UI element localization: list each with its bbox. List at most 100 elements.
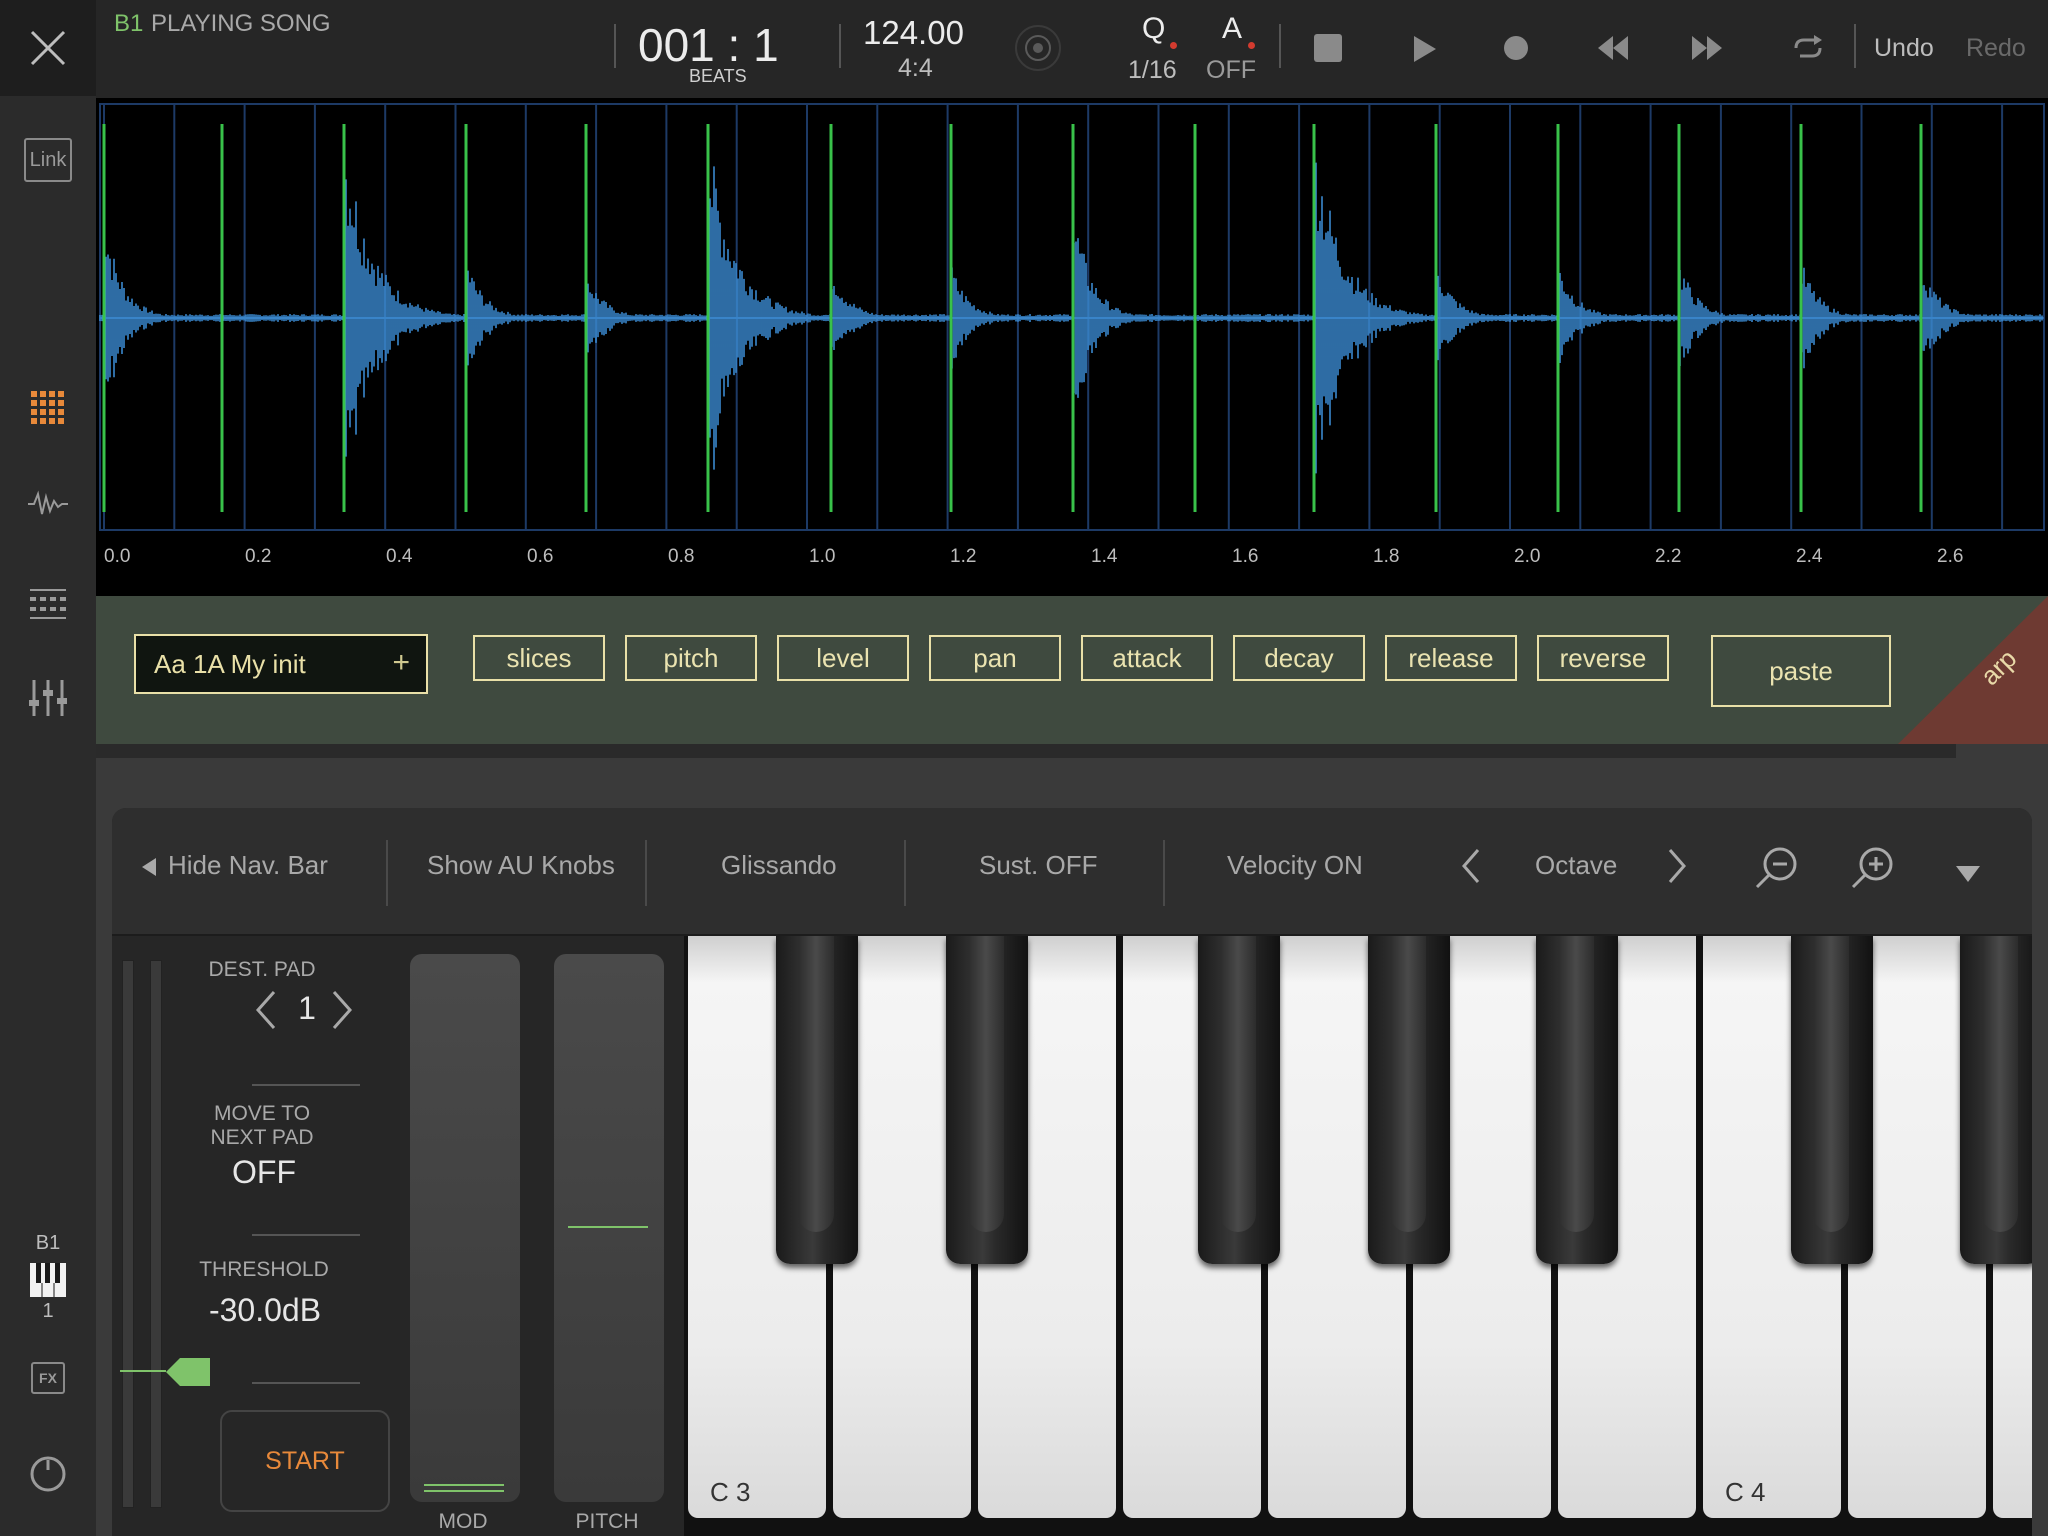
glissando-button[interactable]: Glissando bbox=[721, 850, 837, 881]
fx-button[interactable]: FX bbox=[0, 1360, 96, 1396]
octave-up-button[interactable] bbox=[1666, 848, 1688, 891]
threshold-line bbox=[120, 1370, 166, 1372]
fast-forward-button[interactable] bbox=[1690, 34, 1724, 67]
waveform-display[interactable] bbox=[96, 98, 2048, 596]
link-label: Link bbox=[24, 138, 72, 182]
zoom-in-button[interactable] bbox=[1850, 846, 1894, 897]
release-button[interactable]: release bbox=[1385, 635, 1517, 681]
octave-down-button[interactable] bbox=[1460, 848, 1482, 891]
slice-scrollbar[interactable] bbox=[96, 744, 1956, 758]
metronome-button[interactable] bbox=[1014, 24, 1062, 77]
automation-value: OFF bbox=[1206, 56, 1256, 84]
redo-button[interactable]: Redo bbox=[1966, 34, 2026, 63]
zoom-out-button[interactable] bbox=[1754, 846, 1798, 897]
add-preset-button[interactable]: + bbox=[392, 646, 410, 680]
piano-black-key[interactable] bbox=[1960, 936, 2032, 1264]
threshold-value[interactable]: -30.0dB bbox=[178, 1292, 352, 1329]
time-axis-tick: 1.6 bbox=[1232, 546, 1259, 567]
divider bbox=[1279, 24, 1281, 68]
level-meter-left bbox=[122, 960, 134, 1508]
move-next-value[interactable]: OFF bbox=[192, 1154, 336, 1191]
divider bbox=[645, 840, 647, 906]
hide-nav-label: Hide Nav. Bar bbox=[168, 850, 328, 880]
menu-dropdown-button[interactable] bbox=[1954, 860, 1982, 891]
dest-pad-prev-button[interactable] bbox=[254, 990, 278, 1035]
tempo-display[interactable]: 124.00 bbox=[863, 14, 964, 52]
undo-button[interactable]: Undo bbox=[1874, 34, 1934, 63]
rewind-button[interactable] bbox=[1596, 34, 1630, 67]
play-button[interactable] bbox=[1410, 34, 1438, 69]
automation-active-dot bbox=[1248, 42, 1255, 49]
quantize-button[interactable]: Q 1/16 bbox=[1116, 8, 1206, 88]
time-signature[interactable]: 4:4 bbox=[898, 54, 933, 83]
loop-button[interactable] bbox=[1790, 34, 1826, 67]
record-button[interactable] bbox=[1502, 34, 1530, 67]
grid-icon bbox=[31, 391, 64, 424]
pitch-wheel[interactable] bbox=[554, 954, 664, 1502]
track-number: 1 bbox=[42, 1300, 54, 1322]
octave-label: Octave bbox=[1535, 850, 1618, 880]
divider bbox=[614, 24, 616, 68]
status-text: PLAYING SONG bbox=[151, 10, 331, 37]
sustain-button[interactable]: Sust. OFF bbox=[979, 850, 1097, 881]
piano-black-key[interactable] bbox=[1198, 936, 1280, 1264]
track-id: B1 bbox=[114, 10, 144, 37]
piano-black-key[interactable] bbox=[946, 936, 1028, 1264]
settings-button[interactable] bbox=[0, 1454, 96, 1494]
slices-button[interactable]: slices bbox=[473, 635, 605, 681]
piano-black-key[interactable] bbox=[776, 936, 858, 1264]
show-knobs-button[interactable]: Show AU Knobs bbox=[427, 850, 615, 881]
pads-view-button[interactable] bbox=[0, 388, 96, 428]
quantize-active-dot bbox=[1170, 42, 1177, 49]
velocity-button[interactable]: Velocity ON bbox=[1227, 850, 1363, 881]
level-button[interactable]: level bbox=[777, 635, 909, 681]
waveform-canvas[interactable] bbox=[96, 98, 2048, 596]
time-axis-tick: 0.2 bbox=[245, 546, 272, 567]
move-next-label-line1: MOVE TO bbox=[213, 1102, 311, 1125]
zoom-out-icon bbox=[1755, 847, 1797, 889]
divider bbox=[252, 1234, 360, 1236]
time-axis-tick: 1.8 bbox=[1373, 546, 1400, 567]
piano-black-key[interactable] bbox=[1791, 936, 1873, 1264]
piano-black-key[interactable] bbox=[1368, 936, 1450, 1264]
mod-wheel-level-line bbox=[424, 1490, 504, 1492]
stop-button[interactable] bbox=[1314, 34, 1342, 67]
threshold-handle[interactable] bbox=[166, 1356, 212, 1393]
start-button[interactable]: START bbox=[220, 1410, 390, 1512]
piano-black-key[interactable] bbox=[1536, 936, 1618, 1264]
chevron-left-icon bbox=[1462, 849, 1480, 883]
mixer-view-button[interactable] bbox=[0, 676, 96, 720]
time-axis-tick: 2.4 bbox=[1796, 546, 1823, 567]
decay-button[interactable]: decay bbox=[1233, 635, 1365, 681]
attack-button[interactable]: attack bbox=[1081, 635, 1213, 681]
paste-button[interactable]: paste bbox=[1711, 635, 1891, 707]
keyboard-track-button[interactable] bbox=[0, 1262, 96, 1298]
fast-forward-icon bbox=[1692, 36, 1722, 60]
pitch-wheel-center-line bbox=[568, 1226, 648, 1228]
pan-button[interactable]: pan bbox=[929, 635, 1061, 681]
link-button[interactable]: Link bbox=[0, 138, 96, 182]
waveform-icon bbox=[28, 490, 68, 515]
piano-keyboard[interactable]: C 3 C 4 bbox=[684, 936, 2032, 1536]
pitch-button[interactable]: pitch bbox=[625, 635, 757, 681]
divider bbox=[252, 1382, 360, 1384]
sample-view-button[interactable] bbox=[0, 484, 96, 524]
automation-button[interactable]: A OFF bbox=[1206, 8, 1286, 88]
left-sidebar: Link B1 1 FX bbox=[0, 0, 96, 1536]
hide-nav-button[interactable]: Hide Nav. Bar bbox=[140, 850, 328, 881]
time-axis-tick: 1.2 bbox=[950, 546, 977, 567]
divider bbox=[904, 840, 906, 906]
time-axis-tick: 1.0 bbox=[809, 546, 836, 567]
record-icon bbox=[1504, 36, 1528, 60]
play-icon bbox=[1414, 36, 1436, 62]
position-display[interactable]: 001 : 1 bbox=[638, 18, 779, 72]
reverse-button[interactable]: reverse bbox=[1537, 635, 1669, 681]
dest-pad-value: 1 bbox=[298, 990, 316, 1026]
mod-wheel[interactable] bbox=[410, 954, 520, 1502]
arp-toggle[interactable]: arp bbox=[1898, 596, 2048, 744]
preset-selector[interactable]: Aa 1A My init + bbox=[134, 634, 428, 694]
time-axis-tick: 2.2 bbox=[1655, 546, 1682, 567]
dest-pad-next-button[interactable] bbox=[330, 990, 354, 1035]
close-button[interactable] bbox=[0, 0, 96, 96]
sequencer-view-button[interactable] bbox=[0, 584, 96, 624]
